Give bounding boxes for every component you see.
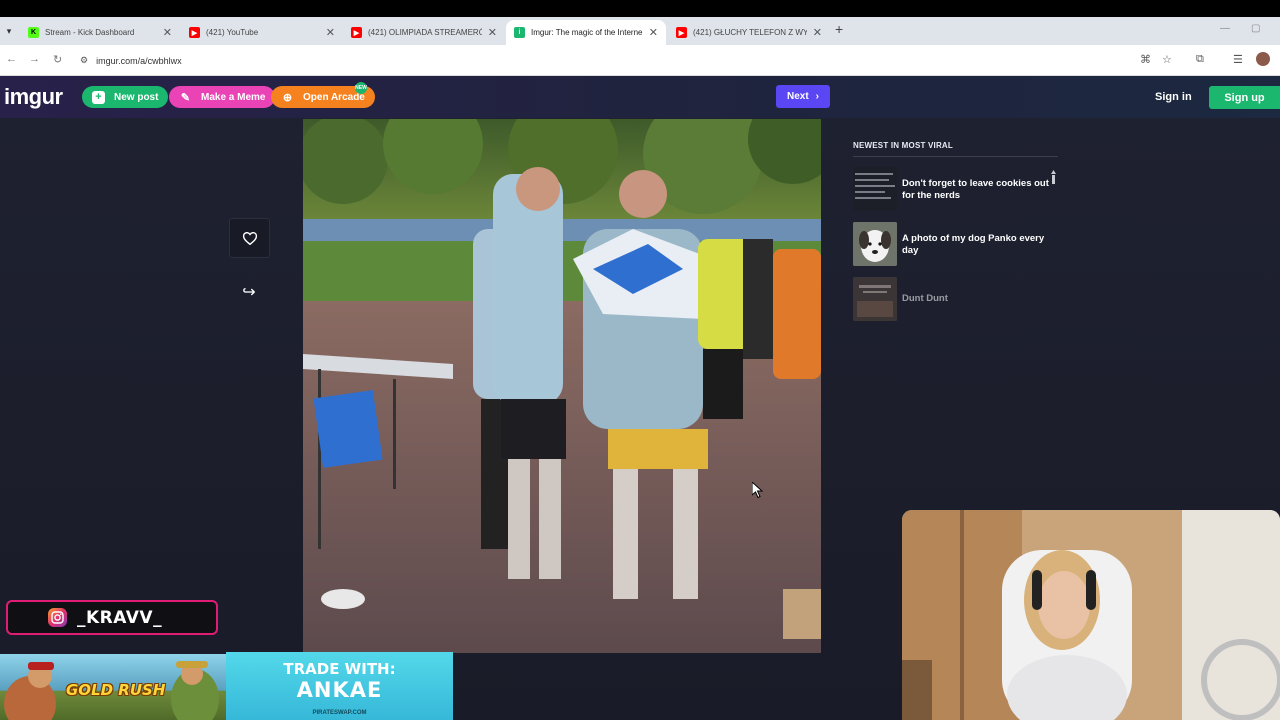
instagram-icon (48, 608, 67, 627)
post-title: Dunt Dunt (902, 293, 948, 304)
gold-rush-title: GOLD RUSH (66, 681, 166, 699)
share-button[interactable]: ↪ (236, 281, 262, 303)
maximize-icon[interactable]: ▢ (1251, 23, 1260, 34)
post-title: Don't forget to leave cookies out for th… (902, 178, 1049, 201)
tab-search-icon[interactable]: ▾ (2, 23, 16, 39)
close-tab-icon[interactable]: ✕ (649, 26, 658, 39)
poster-thumbnail (853, 277, 897, 321)
mouse-cursor-icon (752, 482, 764, 498)
tab-title: (421) GŁUCHY TELEFON Z WYZ (693, 28, 807, 37)
tab-youtube[interactable]: ▶ (421) YouTube ✕ (181, 20, 343, 45)
extensions-icon[interactable]: ⧉ (1196, 53, 1204, 66)
youtube-icon: ▶ (189, 27, 200, 38)
athletes-on-track-photo (303, 119, 821, 653)
open-arcade-label: Open Arcade (303, 91, 365, 103)
top-letterbox (0, 0, 1280, 17)
minimize-icon[interactable]: — (1220, 23, 1230, 34)
youtube-icon: ▶ (676, 27, 687, 38)
webcam-feed (902, 510, 1280, 720)
scroll-up-icon[interactable] (1051, 170, 1056, 184)
close-tab-icon[interactable]: ✕ (813, 26, 822, 39)
sidebar-title: NEWEST IN MOST VIRAL (853, 141, 953, 150)
instagram-glyph (51, 611, 64, 624)
back-icon[interactable]: ← (6, 53, 17, 65)
kick-icon: K (28, 27, 39, 38)
tab-olimpiada[interactable]: ▶ (421) OLIMPIADA STREAMERÓW ✕ (343, 20, 505, 45)
url-text: imgur.com/a/cwbhlwx (96, 55, 182, 66)
site-info-icon[interactable]: ⚙ (80, 55, 88, 66)
meme-icon: ✎ (180, 91, 191, 104)
viral-post-item[interactable]: Don't forget to leave cookies out for th… (853, 167, 1058, 211)
close-tab-icon[interactable]: ✕ (326, 26, 335, 39)
tab-title: Imgur: The magic of the Interne (531, 28, 643, 37)
share-arrow-icon: ↪ (242, 284, 256, 301)
plus-icon: + (92, 90, 105, 104)
profile-avatar[interactable] (1256, 52, 1270, 66)
trade-line1: TRADE WITH: (283, 660, 396, 678)
gold-rush-banner: GOLD RUSH (0, 654, 226, 720)
heart-icon (242, 231, 257, 245)
make-meme-button[interactable]: ✎ Make a Meme (169, 86, 276, 108)
viral-post-item[interactable]: A photo of my dog Panko every day (853, 222, 1058, 266)
tab-title: (421) YouTube (206, 28, 259, 37)
address-bar: ← → ↻ ⚙ imgur.com/a/cwbhlwx ⌘ ☆ ⧉ ☰ (0, 45, 1280, 76)
translate-icon[interactable]: ⌘ (1140, 53, 1151, 66)
sidebar-divider (853, 156, 1058, 157)
post-image[interactable] (303, 119, 821, 653)
arcade-new-badge: NEW (355, 82, 367, 94)
new-tab-icon[interactable]: + (835, 21, 843, 37)
post-thumbnail (853, 222, 897, 266)
imgur-logo[interactable]: imgur (4, 84, 63, 110)
tab-title: (421) OLIMPIADA STREAMERÓW (368, 28, 482, 37)
make-meme-label: Make a Meme (201, 91, 266, 103)
trade-site: PIRATESWAP.COM (312, 710, 367, 716)
reload-icon[interactable]: ↻ (53, 53, 62, 66)
bookmark-star-icon[interactable]: ☆ (1162, 53, 1172, 66)
next-label: Next (786, 91, 809, 102)
close-tab-icon[interactable]: ✕ (488, 26, 497, 39)
trade-banner: TRADE WITH: ANKAE PIRATESWAP.COM (226, 652, 453, 720)
url-field[interactable]: ⚙ imgur.com/a/cwbhlwx (80, 50, 1130, 71)
tab-list-icon[interactable]: ☰ (1233, 53, 1243, 66)
new-post-button[interactable]: + New post (82, 86, 169, 108)
close-tab-icon[interactable]: ✕ (163, 26, 172, 39)
tab-gluchy-telefon[interactable]: ▶ (421) GŁUCHY TELEFON Z WYZ ✕ (668, 20, 830, 45)
viral-post-item[interactable]: Dunt Dunt (853, 277, 1058, 321)
forward-icon[interactable]: → (29, 53, 40, 65)
streamer-webcam-image (902, 510, 1280, 720)
sign-up-button[interactable]: Sign up (1209, 86, 1280, 109)
trade-line2: ANKAE (296, 678, 383, 702)
sign-in-link[interactable]: Sign in (1155, 91, 1192, 103)
imgur-header: imgur + New post ✎ Make a Meme ⊕ Open Ar… (0, 76, 1280, 118)
gamepad-icon: ⊕ (282, 91, 293, 104)
post-thumbnail (853, 277, 897, 321)
new-post-label: New post (114, 91, 159, 103)
instagram-overlay: _KRAVV_ (6, 600, 218, 635)
tab-strip: ▾ K Stream - Kick Dashboard ✕ ▶ (421) Yo… (0, 17, 1280, 45)
chevron-right-icon: › (815, 91, 820, 102)
tab-imgur[interactable]: i Imgur: The magic of the Interne ✕ (506, 20, 666, 45)
instagram-handle: _KRAVV_ (77, 607, 163, 628)
tab-title: Stream - Kick Dashboard (45, 28, 135, 37)
youtube-icon: ▶ (351, 27, 362, 38)
dog-photo-thumbnail (853, 222, 897, 266)
imgur-icon: i (514, 27, 525, 38)
post-title: A photo of my dog Panko every day (902, 233, 1045, 256)
favorite-button[interactable] (229, 218, 270, 258)
tab-kick[interactable]: K Stream - Kick Dashboard ✕ (20, 20, 180, 45)
text-screenshot-thumbnail (855, 173, 895, 199)
post-thumbnail (853, 167, 897, 211)
next-button[interactable]: Next › (776, 85, 830, 108)
